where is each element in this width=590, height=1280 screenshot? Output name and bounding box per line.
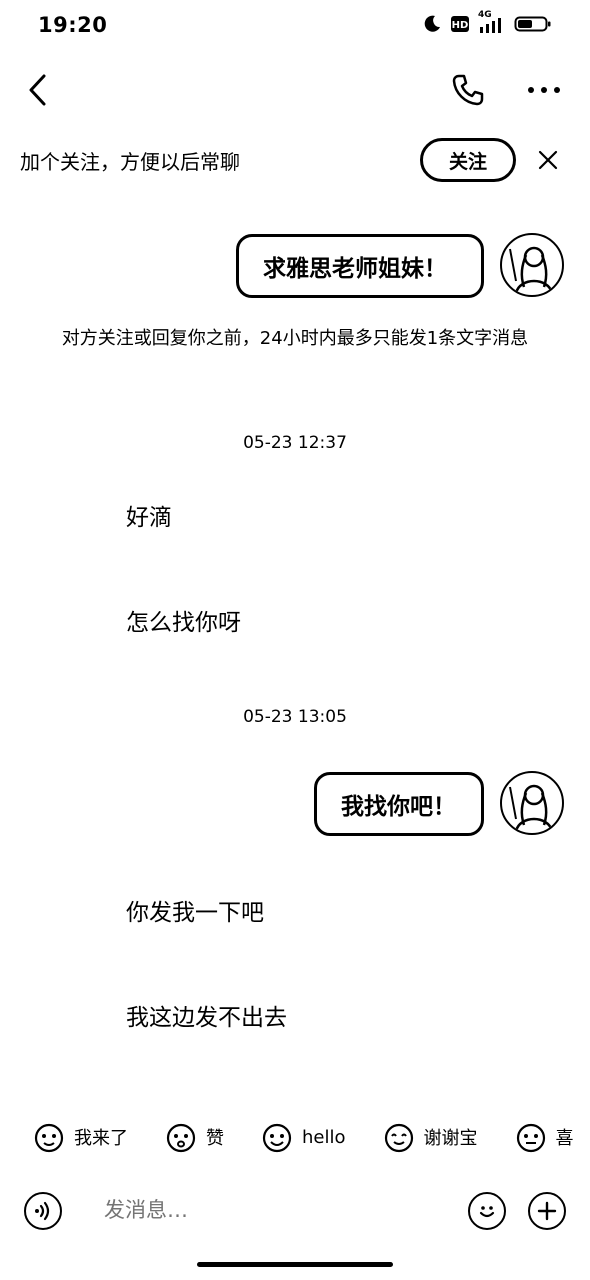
quick-reply-item[interactable]: 喜 bbox=[514, 1120, 574, 1154]
system-notice: 对方关注或回复你之前，24小时内最多只能发1条文字消息 bbox=[61, 328, 529, 349]
back-icon bbox=[29, 74, 46, 106]
avatar-image bbox=[509, 246, 554, 294]
avatar[interactable] bbox=[500, 233, 564, 297]
message-timestamp: 05-23 12:37 bbox=[243, 433, 347, 453]
phone-icon bbox=[452, 74, 484, 106]
follow-button[interactable]: 关注 bbox=[420, 138, 516, 182]
quick-reply-label: hello bbox=[302, 1126, 346, 1148]
plus-icon bbox=[537, 1201, 557, 1221]
quick-reply-bar: 我来了 赞 hello 谢谢宝 喜 bbox=[0, 1114, 590, 1160]
sticker-icon bbox=[262, 1123, 292, 1153]
close-icon bbox=[538, 150, 558, 170]
incoming-message[interactable]: 怎么找你呀 bbox=[126, 603, 241, 637]
quick-reply-label: 赞 bbox=[206, 1128, 224, 1149]
hd-icon: HD bbox=[451, 16, 469, 32]
avatar-image bbox=[509, 784, 554, 832]
quick-reply-label: 谢谢宝 bbox=[423, 1128, 478, 1149]
message-timestamp: 05-23 13:05 bbox=[243, 707, 347, 727]
battery-icon bbox=[514, 16, 551, 32]
sticker-icon bbox=[384, 1123, 413, 1153]
more-actions-button[interactable] bbox=[528, 1192, 566, 1230]
home-indicator bbox=[197, 1262, 393, 1267]
status-icons: HD 4G bbox=[422, 10, 552, 34]
incoming-message[interactable]: 我这边发不出去 bbox=[126, 998, 287, 1032]
quick-reply-item[interactable]: 我来了 bbox=[32, 1120, 128, 1154]
incoming-message[interactable]: 好滴 bbox=[126, 498, 172, 532]
voice-icon bbox=[35, 1201, 50, 1221]
outgoing-message-bubble[interactable]: 求雅思老师姐妹！ bbox=[236, 234, 484, 298]
sticker-icon bbox=[166, 1123, 196, 1153]
outgoing-message-bubble[interactable]: 我找你吧！ bbox=[314, 772, 484, 836]
quick-reply-label: 我来了 bbox=[74, 1128, 128, 1149]
sticker-icon bbox=[34, 1123, 64, 1153]
quick-reply-item[interactable]: 谢谢宝 bbox=[382, 1120, 478, 1154]
more-icon bbox=[528, 87, 560, 93]
quick-reply-item[interactable]: hello bbox=[260, 1120, 346, 1154]
status-bar: 19:20 HD 4G bbox=[0, 0, 590, 52]
status-time: 19:20 bbox=[38, 13, 108, 37]
nav-bar bbox=[0, 58, 590, 122]
close-banner-button[interactable] bbox=[534, 146, 562, 174]
emoji-button[interactable] bbox=[468, 1192, 506, 1230]
back-button[interactable] bbox=[18, 70, 58, 110]
emoji-icon bbox=[479, 1206, 495, 1218]
call-button[interactable] bbox=[448, 70, 488, 110]
incoming-message[interactable]: 你发我一下吧 bbox=[126, 893, 264, 927]
moon-icon bbox=[424, 15, 440, 32]
follow-banner: 加个关注，方便以后常聊 关注 bbox=[0, 132, 590, 192]
follow-prompt-text: 加个关注，方便以后常聊 bbox=[20, 150, 240, 174]
quick-reply-label: 喜 bbox=[555, 1128, 574, 1149]
message-input[interactable] bbox=[104, 1198, 434, 1222]
input-bar bbox=[0, 1184, 590, 1240]
quick-reply-item[interactable]: 赞 bbox=[164, 1120, 224, 1154]
voice-button[interactable] bbox=[24, 1192, 62, 1230]
sticker-icon bbox=[516, 1123, 545, 1153]
svg-text:HD: HD bbox=[452, 20, 469, 31]
signal-icon: 4G bbox=[478, 10, 506, 34]
avatar[interactable] bbox=[500, 771, 564, 835]
more-button[interactable] bbox=[524, 70, 564, 110]
